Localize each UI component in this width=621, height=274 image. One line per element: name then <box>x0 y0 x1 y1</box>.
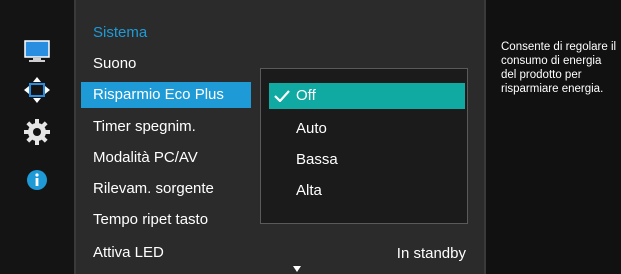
menu-item-suono[interactable]: Suono <box>81 51 251 77</box>
option-bassa[interactable]: Bassa <box>269 147 465 173</box>
menu-item-timer-spegnim[interactable]: Timer spegnim. <box>81 114 251 140</box>
menu-item-rilevam-sorgente[interactable]: Rilevam. sorgente <box>81 176 251 202</box>
system-menu: Sistema Suono Risparmio Eco Plus Timer s… <box>76 0 484 274</box>
option-label: Auto <box>296 120 327 137</box>
option-off[interactable]: Off <box>269 83 465 109</box>
option-auto[interactable]: Auto <box>269 116 465 142</box>
category-sidebar <box>0 0 74 274</box>
option-alta[interactable]: Alta <box>269 178 465 204</box>
menu-item-modalita-pc-av[interactable]: Modalità PC/AV <box>81 145 251 171</box>
option-label: Off <box>296 87 316 104</box>
monitor-icon[interactable] <box>23 37 51 65</box>
gear-icon[interactable] <box>23 118 51 146</box>
eco-plus-options-popup: Off Auto Bassa Alta <box>260 68 468 224</box>
osd-window: Sistema Suono Risparmio Eco Plus Timer s… <box>0 0 621 274</box>
help-text: Consente di regolare il consumo di energ… <box>501 41 617 95</box>
scroll-down-arrow-icon[interactable] <box>293 266 301 272</box>
move-arrows-icon[interactable] <box>23 76 51 104</box>
menu-title: Sistema <box>93 24 148 41</box>
option-label: Bassa <box>296 151 338 168</box>
checkmark-icon <box>274 90 290 102</box>
menu-item-tempo-ripet-tasto[interactable]: Tempo ripet tasto <box>81 207 251 233</box>
info-icon[interactable] <box>23 166 51 194</box>
help-panel: Consente di regolare il consumo di energ… <box>486 0 621 274</box>
menu-item-attiva-led[interactable]: Attiva LED <box>81 240 251 266</box>
option-label: Alta <box>296 182 322 199</box>
menu-item-risparmio-eco-plus[interactable]: Risparmio Eco Plus <box>81 82 251 108</box>
attiva-led-value: In standby <box>396 245 466 262</box>
